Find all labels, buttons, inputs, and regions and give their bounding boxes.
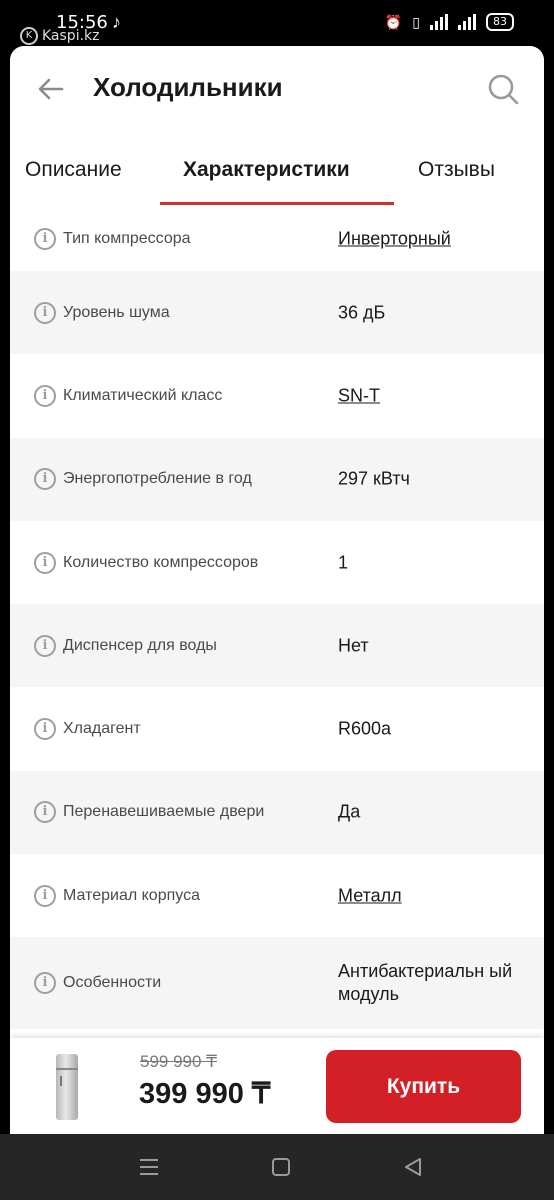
info-icon[interactable]: i — [34, 634, 56, 657]
alarm-icon: ⏰ — [384, 13, 403, 30]
system-nav-bar — [0, 1134, 554, 1200]
spec-row: i Энергопотребление в год 297 кВтч — [10, 437, 544, 521]
header: Холодильники — [10, 46, 544, 136]
kaspi-logo-icon: K — [20, 27, 38, 45]
watermark-text: Kaspi.kz — [42, 28, 100, 44]
tab-bar: Описание Характеристики Отзывы — [10, 136, 544, 206]
spec-value: Нет — [338, 635, 369, 656]
purchase-bar: 599 990 ₸ 399 990 ₸ Купить — [10, 1038, 544, 1134]
info-icon[interactable]: i — [34, 227, 56, 250]
info-icon[interactable]: i — [34, 468, 56, 491]
spec-label: Тип компрессора — [63, 229, 191, 247]
tab-description[interactable]: Описание — [25, 158, 122, 182]
info-icon[interactable]: i — [34, 551, 56, 574]
spec-value[interactable]: SN-T — [338, 384, 528, 407]
tab-reviews[interactable]: Отзывы — [418, 158, 495, 182]
spec-label: Энергопотребление в год — [63, 470, 252, 488]
signal-icon — [430, 14, 448, 30]
spec-label: Материал корпуса — [63, 886, 200, 904]
tab-characteristics[interactable]: Характеристики — [183, 158, 350, 182]
battery-icon: 83 — [486, 13, 514, 31]
spec-row: i Особенности Антибактериальн ый модуль — [10, 937, 544, 1030]
spec-label: Диспенсер для воды — [63, 636, 217, 654]
search-icon[interactable] — [486, 72, 520, 106]
status-icons: ⏰ ▯ 83 — [385, 13, 514, 31]
spec-row: i Диспенсер для воды Нет — [10, 604, 544, 688]
spec-value[interactable]: Металл — [338, 884, 528, 907]
spec-label: Хладагент — [63, 720, 141, 738]
spec-label: Климатический класс — [63, 386, 223, 404]
active-tab-indicator — [160, 202, 394, 205]
spec-row: i Материал корпуса Металл — [10, 854, 544, 937]
tiktok-icon: ♪ — [112, 12, 121, 32]
info-icon[interactable]: i — [34, 801, 56, 824]
info-icon[interactable]: i — [34, 384, 56, 407]
specs-list: i Тип компрессора Инверторный i Уровень … — [10, 206, 544, 1030]
info-icon[interactable]: i — [34, 972, 56, 995]
spec-row: i Тип компрессора Инверторный — [10, 206, 544, 271]
old-price: 599 990 ₸ — [140, 1052, 217, 1071]
product-thumbnail[interactable] — [56, 1054, 78, 1120]
buy-button[interactable]: Купить — [326, 1050, 521, 1123]
menu-nav-icon[interactable] — [138, 1156, 160, 1178]
info-icon[interactable]: i — [34, 301, 56, 324]
spec-value: 297 кВтч — [338, 468, 410, 489]
current-price: 399 990 ₸ — [139, 1078, 271, 1110]
spec-value: Да — [338, 801, 361, 822]
back-arrow-icon[interactable] — [36, 74, 66, 104]
spec-row: i Количество компрессоров 1 — [10, 521, 544, 604]
app-screen: Холодильники Описание Характеристики Отз… — [10, 46, 544, 1134]
spec-value: 1 — [338, 552, 349, 573]
spec-row: i Хладагент R600a — [10, 687, 544, 770]
spec-row: i Перенавешиваемые двери Да — [10, 770, 544, 855]
home-nav-icon[interactable] — [270, 1156, 292, 1178]
page-title: Холодильники — [93, 72, 283, 102]
watermark: K Kaspi.kz — [20, 27, 100, 45]
spec-label: Особенности — [63, 974, 162, 992]
spec-row: i Уровень шума 36 дБ — [10, 271, 544, 355]
spec-label: Количество компрессоров — [63, 553, 259, 571]
vibrate-icon: ▯ — [412, 13, 420, 30]
spec-label: Перенавешиваемые двери — [63, 803, 265, 821]
status-bar: 15:56 K Kaspi.kz ♪ ⏰ ▯ 83 — [0, 0, 554, 46]
info-icon[interactable]: i — [34, 718, 56, 741]
back-nav-icon[interactable] — [402, 1156, 424, 1178]
info-icon[interactable]: i — [34, 884, 56, 907]
spec-label: Уровень шума — [63, 303, 170, 321]
spec-value[interactable]: Инверторный — [338, 227, 528, 250]
spec-row: i Климатический класс SN-T — [10, 354, 544, 437]
spec-value: R600a — [338, 718, 392, 739]
signal-2-icon — [458, 14, 476, 30]
spec-value: Антибактериальн ый модуль — [338, 961, 513, 1005]
spec-value: 36 дБ — [338, 302, 386, 323]
